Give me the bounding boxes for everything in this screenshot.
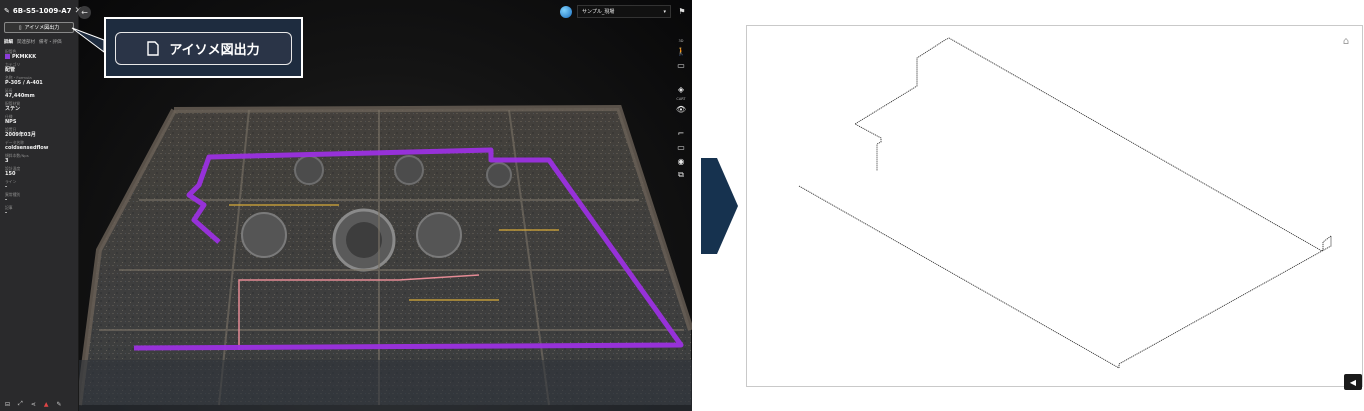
callout-label: アイソメ図出力 [169,43,260,58]
callout-export-button[interactable]: アイソメ図出力 [115,32,292,65]
feedback-icon[interactable]: ◀ [1344,374,1362,390]
document-icon [147,41,160,56]
isometric-drawing [798,37,1332,369]
point-cloud-app: 3D 🚶 ▭ ◈ CART 👁 ⌐ ▭ ◉ ⧉ ✎ 6B-S5-1009-A7 … [0,0,692,411]
callout-box: アイソメ図出力 [104,17,303,78]
isometric-pipe-line [798,37,1332,369]
arrow-right-icon [701,158,738,254]
home-icon[interactable]: ⌂ [1340,36,1352,48]
isometric-drawing-panel: ⌂ [746,25,1363,387]
screenshot-root: 3D 🚶 ▭ ◈ CART 👁 ⌐ ▭ ◉ ⧉ ✎ 6B-S5-1009-A7 … [0,0,1364,411]
